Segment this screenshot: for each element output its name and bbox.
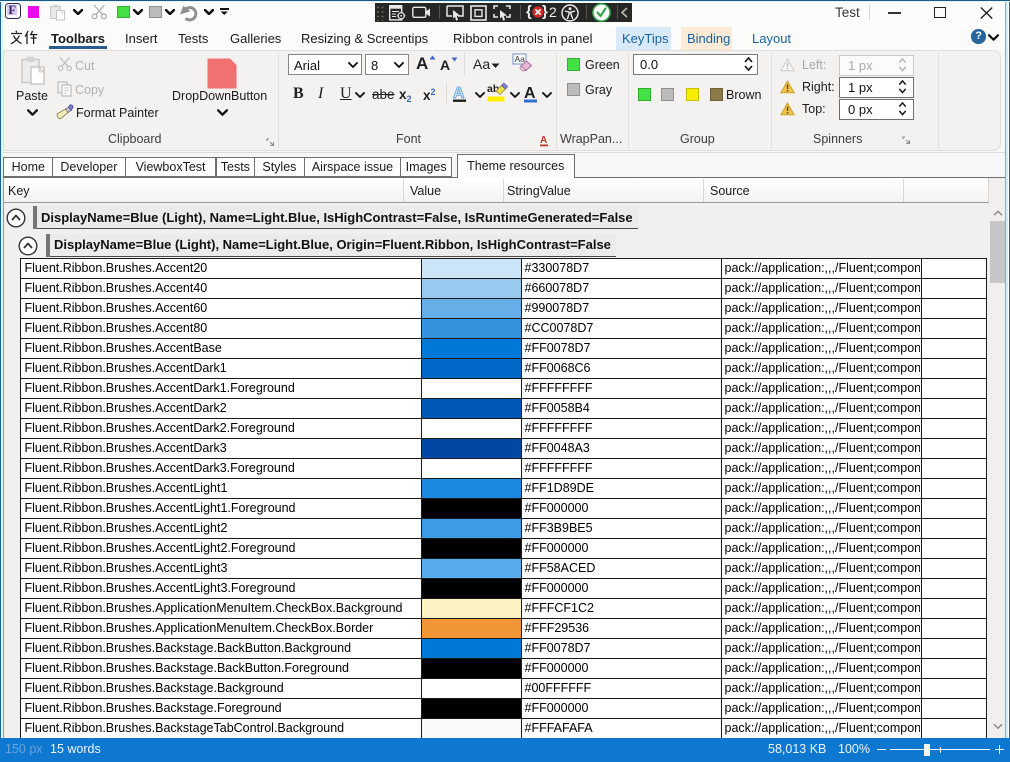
svg-text:ab: ab (487, 83, 499, 95)
svg-text:A: A (540, 135, 547, 146)
svg-text:A: A (453, 85, 465, 102)
svg-text:Aa: Aa (515, 54, 526, 64)
svg-text:A: A (524, 85, 536, 102)
